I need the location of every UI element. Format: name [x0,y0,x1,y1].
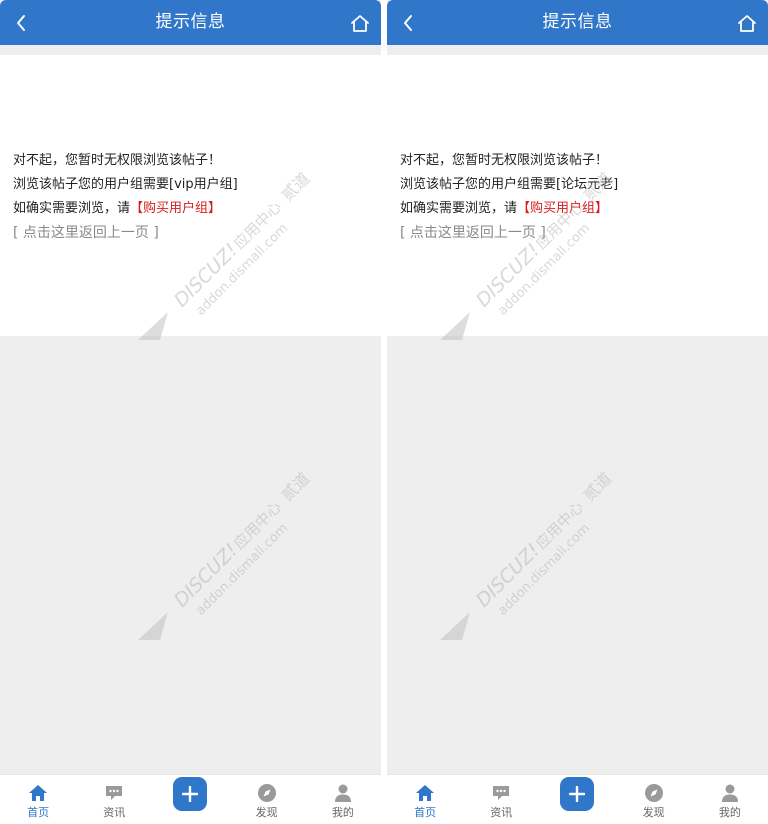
svg-text:DISCUZ!: DISCUZ! [472,539,544,611]
svg-text:贰道: 贰道 [277,469,313,505]
tab-label: 发现 [642,806,665,819]
tab-home[interactable]: 首页 [0,774,76,824]
permission-message: 对不起，您暂时无权限浏览该帖子！ 浏览该帖子您的用户组需要[vip用户组] 如确… [13,149,238,245]
buy-usergroup-link[interactable]: 【购买用户组】 [517,201,608,216]
back-button[interactable] [395,9,421,37]
svg-text:DISCUZ!: DISCUZ! [170,539,242,611]
svg-text:应用中心: 应用中心 [532,498,587,553]
tab-label: 首页 [414,806,437,819]
chevron-left-icon [17,15,25,31]
svg-text:addon.dismall.com: addon.dismall.com [495,521,593,619]
header-bar: 提示信息 [0,0,381,45]
back-button[interactable] [8,9,34,37]
tab-label: 我的 [331,806,354,819]
message-line-buy: 如确实需要浏览，请【购买用户组】 [400,197,618,221]
tab-label: 发现 [255,806,278,819]
tab-add[interactable] [152,774,228,824]
message-line-required-group: 浏览该帖子您的用户组需要[vip用户组] [13,177,238,192]
tab-mine[interactable]: 我的 [305,774,381,824]
buy-usergroup-link[interactable]: 【购买用户组】 [130,201,221,216]
permission-message: 对不起，您暂时无权限浏览该帖子！ 浏览该帖子您的用户组需要[论坛元老] 如确实需… [400,149,618,245]
message-line-no-permission: 对不起，您暂时无权限浏览该帖子！ [13,153,222,168]
home-icon [351,14,369,32]
chevron-left-icon [404,15,412,31]
compass-icon [256,782,278,804]
go-back-link[interactable]: [ 点击这里返回上一页 ] [400,221,618,245]
message-panel: 对不起，您暂时无权限浏览该帖子！ 浏览该帖子您的用户组需要[vip用户组] 如确… [0,55,381,336]
home-icon [738,14,756,32]
go-back-link[interactable]: [ 点击这里返回上一页 ] [13,221,238,245]
watermark-logo: DISCUZ! 应用中心 贰道 addon.dismall.com [440,469,615,640]
user-icon [719,782,741,804]
tab-home[interactable]: 首页 [387,774,463,824]
tab-news[interactable]: 资讯 [76,774,152,824]
phone-screen-left: 提示信息 对不起，您暂时无权限浏览该帖子！ 浏览该帖子您的用户组需要[vip用户… [0,0,381,824]
tab-discover[interactable]: 发现 [616,774,692,824]
svg-text:贰道: 贰道 [579,469,615,505]
home-button[interactable] [347,10,373,36]
tab-label: 我的 [718,806,741,819]
message-line-buy: 如确实需要浏览，请【购买用户组】 [13,197,238,221]
tab-label: 资讯 [490,806,513,819]
home-filled-icon [414,782,436,804]
message-line-no-permission: 对不起，您暂时无权限浏览该帖子！ [400,153,609,168]
chat-bubble-icon [490,782,512,804]
plus-icon [182,786,199,802]
watermark-logo: DISCUZ! 应用中心 贰道 addon.dismall.com [138,469,313,640]
user-icon [332,782,354,804]
buy-prompt-text: 如确实需要浏览，请 [400,201,518,216]
message-line-required-group: 浏览该帖子您的用户组需要[论坛元老] [400,177,619,192]
tab-discover[interactable]: 发现 [229,774,305,824]
bottom-tab-bar: 首页 资讯 发现 我的 [0,774,381,824]
tab-label: 首页 [27,806,50,819]
svg-text:addon.dismall.com: addon.dismall.com [193,521,291,619]
bottom-tab-bar: 首页 资讯 发现 我的 [387,774,768,824]
page-title: 提示信息 [155,12,226,32]
svg-text:应用中心: 应用中心 [230,498,285,553]
tab-label: 资讯 [103,806,126,819]
header-bar: 提示信息 [387,0,768,45]
home-button[interactable] [734,10,760,36]
tab-news[interactable]: 资讯 [463,774,539,824]
plus-icon [569,786,586,802]
add-post-button[interactable] [560,777,595,811]
phone-screen-right: 提示信息 对不起，您暂时无权限浏览该帖子！ 浏览该帖子您的用户组需要[论坛元老]… [387,0,768,824]
compass-icon [643,782,665,804]
buy-prompt-text: 如确实需要浏览，请 [13,201,131,216]
chat-bubble-icon [103,782,125,804]
home-filled-icon [27,782,49,804]
add-post-button[interactable] [173,777,208,811]
message-panel: 对不起，您暂时无权限浏览该帖子！ 浏览该帖子您的用户组需要[论坛元老] 如确实需… [387,55,768,336]
page-title: 提示信息 [542,12,613,32]
tab-mine[interactable]: 我的 [692,774,768,824]
tab-add[interactable] [539,774,615,824]
